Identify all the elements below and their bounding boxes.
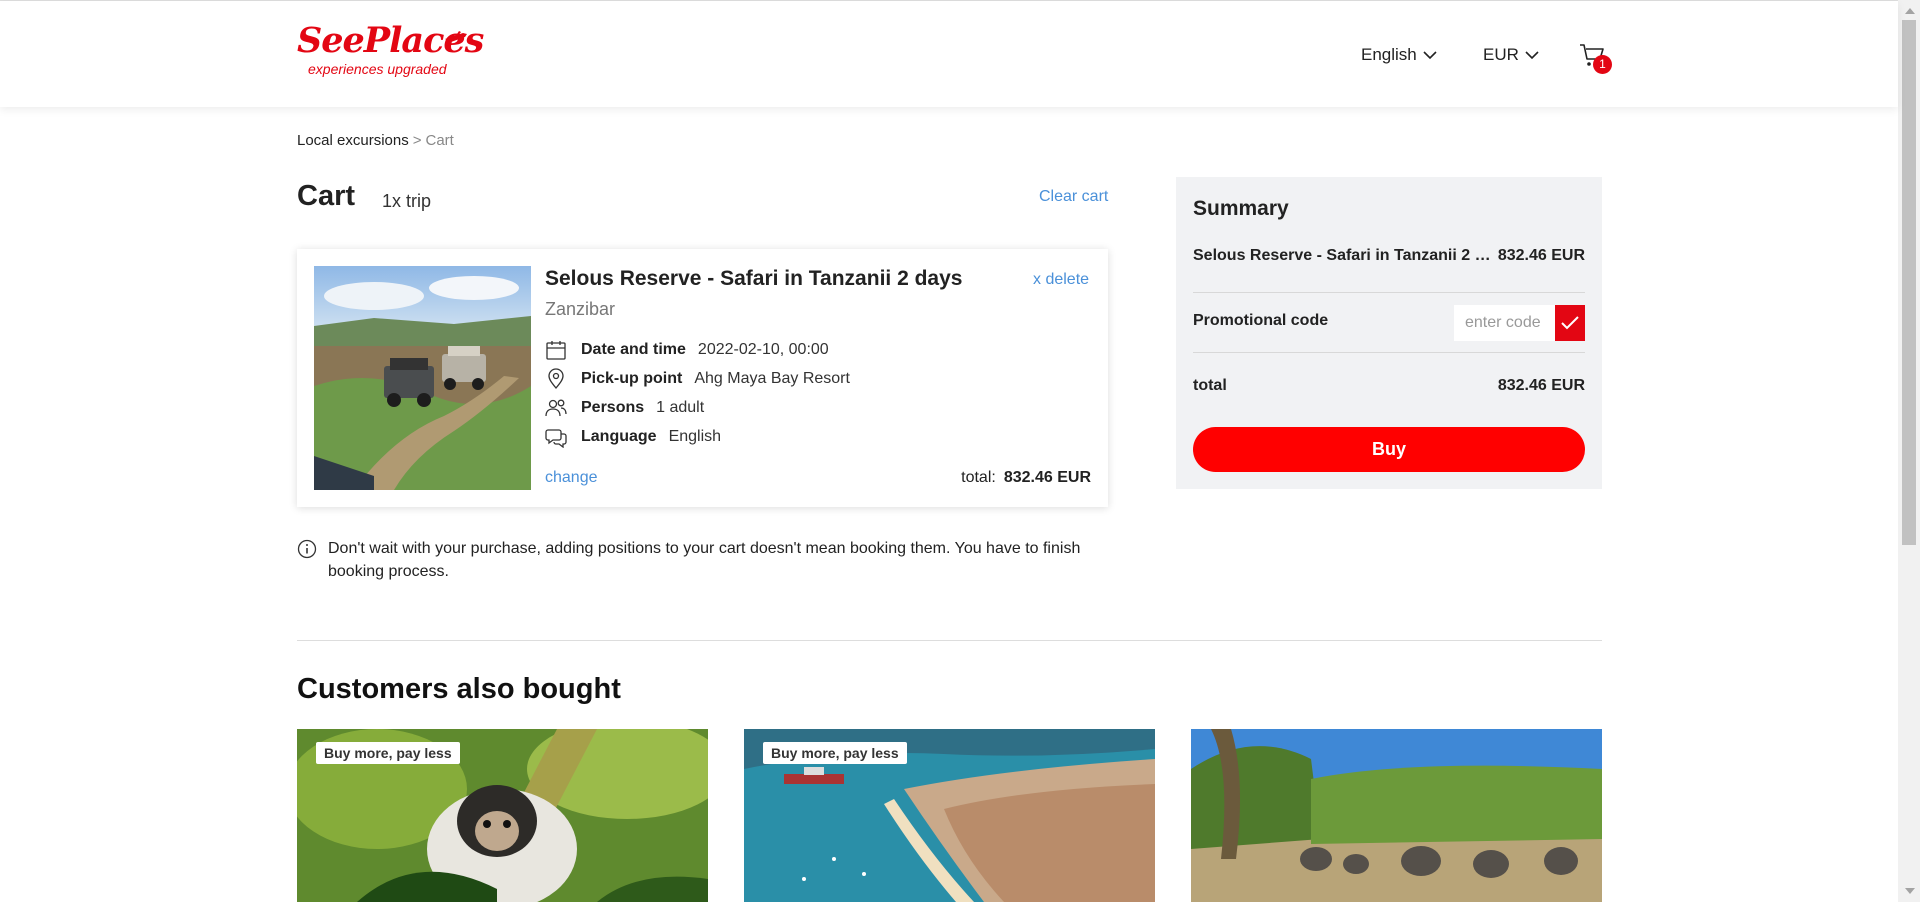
logo-tagline: experiences upgraded: [308, 61, 447, 77]
scroll-down-arrow-icon[interactable]: [1905, 888, 1915, 894]
cart-count-badge: 1: [1593, 55, 1612, 74]
location-pin-icon: [548, 368, 564, 390]
section-divider: [297, 640, 1602, 641]
buy-button[interactable]: Buy: [1193, 427, 1585, 472]
summary-item-price: 832.46 EUR: [1497, 247, 1585, 264]
recommendations-title: Customers also bought: [297, 673, 621, 705]
currency-value: EUR: [1483, 45, 1519, 64]
booking-notice: Don't wait with your purchase, adding po…: [297, 537, 1097, 583]
site-logo[interactable]: SeePlaces experiences upgraded: [297, 21, 484, 78]
scroll-up-arrow-icon[interactable]: [1905, 8, 1915, 14]
language-selector[interactable]: English: [1361, 45, 1437, 65]
calendar-icon: [546, 341, 566, 360]
detail-label: Date and time: [581, 341, 686, 358]
recommendation-card[interactable]: Buy more, pay less: [297, 729, 708, 902]
detail-value: Ahg Maya Bay Resort: [694, 370, 850, 387]
breadcrumb-current: Cart: [425, 132, 454, 149]
detail-date-time: Date and time 2022-02-10, 00:00: [545, 339, 829, 361]
trip-title[interactable]: Selous Reserve - Safari in Tanzanii 2 da…: [545, 267, 962, 291]
info-icon: [297, 539, 317, 559]
chevron-down-icon: [1423, 51, 1437, 60]
item-total-label: total:: [961, 469, 996, 486]
summary-item-name: Selous Reserve - Safari in Tanzanii 2 da…: [1193, 247, 1493, 264]
language-value: English: [1361, 45, 1417, 64]
detail-label: Pick-up point: [581, 370, 683, 387]
item-total-value: 832.46 EUR: [1003, 469, 1091, 486]
chevron-down-icon: [1525, 51, 1539, 60]
persons-icon: [545, 399, 567, 417]
elephants-photo: [1191, 729, 1602, 902]
detail-persons: Persons 1 adult: [545, 397, 704, 419]
detail-value: 2022-02-10, 00:00: [697, 341, 829, 358]
recommendation-card[interactable]: Buy more, pay less: [744, 729, 1155, 902]
detail-label: Persons: [581, 399, 645, 416]
clear-cart-link[interactable]: Clear cart: [1039, 188, 1108, 206]
vertical-scrollbar[interactable]: [1898, 0, 1920, 902]
currency-selector[interactable]: EUR: [1483, 45, 1539, 65]
promo-code-input[interactable]: [1454, 305, 1560, 341]
item-total: total: 832.46 EUR: [961, 469, 1091, 487]
detail-value: English: [668, 428, 722, 445]
logo-plane-icon: [445, 31, 467, 42]
promo-badge: Buy more, pay less: [763, 742, 907, 764]
summary-title: Summary: [1193, 197, 1289, 220]
breadcrumb-local-excursions[interactable]: Local excursions: [297, 132, 409, 149]
summary-total-label: total: [1193, 377, 1227, 394]
detail-language: Language English: [545, 426, 721, 448]
summary-total-value: 832.46 EUR: [1497, 377, 1585, 394]
detail-pickup-point: Pick-up point Ahg Maya Bay Resort: [545, 368, 850, 390]
delete-item-link[interactable]: x delete: [1033, 271, 1089, 289]
cart-item-card: Selous Reserve - Safari in Tanzanii 2 da…: [297, 249, 1108, 507]
checkmark-icon: [1561, 316, 1579, 330]
chat-icon: [545, 429, 567, 448]
breadcrumb: Local excursions > Cart: [297, 132, 454, 149]
promo-code-label: Promotional code: [1193, 312, 1329, 329]
breadcrumb-separator: >: [412, 132, 422, 149]
change-item-link[interactable]: change: [545, 469, 598, 487]
safari-photo: [314, 266, 531, 490]
detail-value: 1 adult: [656, 399, 705, 416]
trip-image[interactable]: [314, 266, 531, 490]
summary-divider: [1193, 352, 1585, 353]
page-title: Cart: [297, 180, 356, 212]
booking-notice-text: Don't wait with your purchase, adding po…: [328, 540, 1081, 580]
order-summary: Summary Selous Reserve - Safari in Tanza…: [1176, 177, 1602, 489]
trip-location: Zanzibar: [545, 299, 616, 319]
recommendation-card[interactable]: [1191, 729, 1602, 902]
summary-divider: [1193, 292, 1585, 293]
scrollbar-thumb[interactable]: [1902, 20, 1916, 545]
detail-label: Language: [581, 428, 657, 445]
promo-apply-button[interactable]: [1555, 305, 1585, 341]
promo-badge: Buy more, pay less: [316, 742, 460, 764]
site-header: SeePlaces experiences upgraded English E…: [0, 1, 1898, 107]
cart-trip-count: 1x trip: [382, 191, 432, 211]
